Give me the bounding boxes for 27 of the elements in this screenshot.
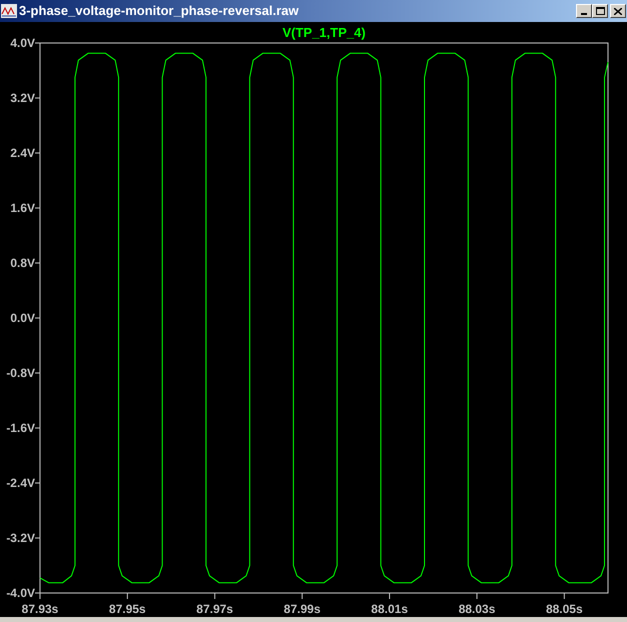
x-axis-label: 87.97s	[196, 602, 234, 616]
y-axis-label: 0.8V	[10, 256, 35, 270]
x-axis-label: 87.93s	[22, 602, 58, 616]
minimize-icon	[581, 13, 587, 15]
y-axis-label: 3.2V	[10, 91, 35, 105]
y-axis-label: -0.8V	[6, 366, 35, 380]
y-axis-label: -1.6V	[6, 421, 35, 435]
y-axis-label: 4.0V	[10, 36, 35, 50]
x-axis-label: 88.03s	[458, 602, 496, 616]
minimize-button[interactable]	[576, 4, 592, 18]
close-button[interactable]	[610, 4, 626, 18]
close-icon	[614, 8, 622, 14]
y-axis-label: -2.4V	[6, 476, 35, 490]
window-title: 3-phase_voltage-monitor_phase-reversal.raw	[19, 2, 299, 20]
y-axis-label: 2.4V	[10, 146, 35, 160]
chart-title: V(TP_1,TP_4)	[282, 25, 366, 40]
y-axis-label: 0.0V	[10, 311, 35, 325]
y-axis-label: -4.0V	[6, 586, 35, 600]
y-axis-label: -3.2V	[6, 531, 35, 545]
x-axis-label: 87.95s	[109, 602, 146, 616]
x-axis-label: 87.99s	[284, 602, 320, 616]
maximize-icon	[596, 7, 604, 15]
maximize-button[interactable]	[592, 4, 608, 18]
x-axis-label: 88.01s	[371, 602, 408, 616]
y-axis-label: 1.6V	[10, 201, 35, 215]
x-axis-label: 88.05s	[546, 602, 583, 616]
waveform-app-icon[interactable]	[1, 3, 17, 19]
